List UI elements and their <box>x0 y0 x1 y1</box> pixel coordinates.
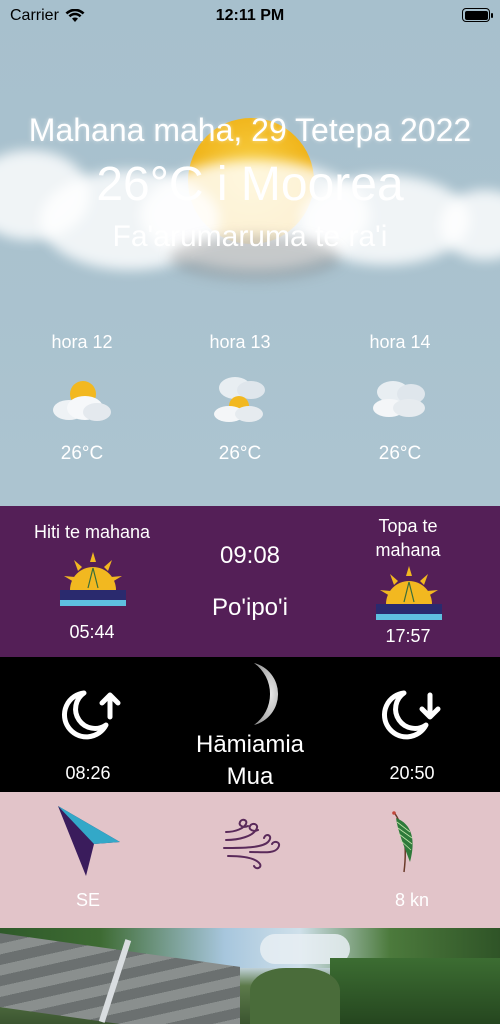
battery-icon <box>462 8 493 22</box>
moon-phase: Hāmiamia Mua <box>195 731 305 790</box>
sun-behind-cloud-icon <box>47 370 117 428</box>
day-period: Po'ipo'i <box>212 594 288 621</box>
sunset-time: 17:57 <box>385 626 431 646</box>
moonrise-icon <box>58 687 124 752</box>
location-photo <box>0 928 500 1024</box>
moon-phase-icon <box>248 661 284 732</box>
forecast-item: hora 12 26°C <box>22 330 142 466</box>
palm-frond-icon <box>386 810 420 881</box>
forecast-temp: 26°C <box>60 443 104 464</box>
current-time: 09:08 <box>219 542 281 569</box>
weather-condition: Fa'arumaruma te ra'i <box>112 220 388 253</box>
wind-icon <box>222 818 284 875</box>
forecast-item: hora 14 26°C <box>340 330 460 466</box>
moonset-icon <box>378 687 444 752</box>
moonrise-time: 08:26 <box>65 763 111 783</box>
wind-speed: 8 kn <box>394 890 430 910</box>
weather-hero: Mahana maha, 29 Tetepa 2022 26°C i Moore… <box>0 0 500 506</box>
temperature-location: 26°C i Moorea <box>96 158 404 211</box>
forecast-hour: hora 12 <box>51 332 113 352</box>
wind-direction: SE <box>75 890 100 910</box>
date-label: Mahana maha, 29 Tetepa 2022 <box>28 112 472 148</box>
forecast-hour: hora 14 <box>369 332 431 352</box>
moonset-time: 20:50 <box>389 763 435 783</box>
sunrise-icon <box>58 550 128 615</box>
wind-panel: SE 8 kn <box>0 792 500 928</box>
hero-text: Mahana maha, 29 Tetepa 2022 26°C i Moore… <box>0 110 500 256</box>
status-bar: Carrier 12:11 PM <box>0 0 500 32</box>
forecast-hour: hora 13 <box>209 332 271 352</box>
sunset-icon <box>374 564 444 629</box>
sunset-label: Topa te mahana <box>375 516 441 560</box>
status-time: 12:11 PM <box>215 7 285 24</box>
sun-panel: Hiti te mahana 05:44 09:08 Po'ipo'i Topa… <box>0 506 500 657</box>
sunrise-label: Hiti te mahana <box>33 522 151 542</box>
moon-panel: 08:26 Hāmiamia Mua 20:50 <box>0 657 500 792</box>
cloud-sun-icon <box>205 370 275 428</box>
forecast-temp: 26°C <box>378 443 422 464</box>
sunrise-time: 05:44 <box>69 622 115 642</box>
forecast-temp: 26°C <box>218 443 262 464</box>
forecast-item: hora 13 26°C <box>180 330 300 466</box>
wind-direction-arrow-icon <box>56 804 124 883</box>
cloud-icon <box>365 370 435 428</box>
